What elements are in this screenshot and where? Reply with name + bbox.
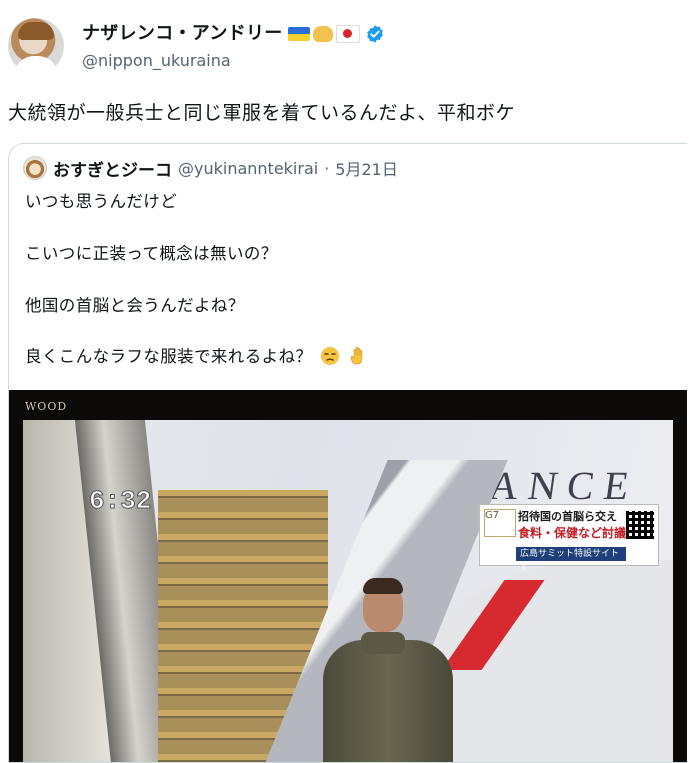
quoted-author-name[interactable]: おすぎとジーコ: [53, 156, 172, 181]
quoted-author-handle[interactable]: @yukinanntekirai: [178, 159, 318, 178]
avatar-body: [14, 56, 58, 74]
tv-brand-logo: WOOD: [25, 400, 68, 413]
tweet-text: 大統領が一般兵士と同じ軍服を着ているんだよ、平和ボケ: [8, 102, 516, 124]
author-avatar[interactable]: [8, 18, 64, 74]
news-topic: 食料・保健など討議: [518, 526, 627, 540]
news-header: 招待国の首脳ら交え: [518, 510, 617, 523]
raised-hand-icon: [350, 346, 362, 365]
tv-screen: RANCE 6:32 G7 招待国の首脳ら交え 食料・保健など討議 広島サミット…: [23, 420, 673, 762]
ukraine-flag-icon: [287, 27, 310, 41]
person-descending: [323, 570, 473, 762]
quoted-line-4-text: 良くこんなラフな服装で来れるよね？: [25, 347, 313, 366]
person-jacket: [323, 640, 453, 762]
quoted-tweet-date[interactable]: 5月21日: [335, 156, 398, 180]
author-name-row[interactable]: ナザレンコ・アンドリー: [82, 21, 385, 47]
quoted-tweet[interactable]: おすぎとジーコ @yukinanntekirai · 5月21日 いつも思うんだ…: [8, 143, 687, 763]
verified-badge-icon: [366, 25, 383, 43]
qr-code-icon: [626, 511, 654, 539]
author-display-name[interactable]: ナザレンコ・アンドリー: [82, 21, 283, 47]
unamused-face-icon: [320, 347, 339, 365]
news-site-bar: 広島サミット特設サイト↑: [516, 547, 626, 573]
news-caption-box: G7 招待国の首脳ら交え 食料・保健など討議 広島サミット特設サイト↑: [479, 504, 659, 573]
quoted-line-4: 良くこんなラフな服装で来れるよね？: [25, 345, 368, 371]
japan-flag-icon: [335, 25, 360, 43]
quoted-line-1: いつも思うんだけど: [25, 192, 178, 211]
summit-logo: G7: [484, 509, 516, 537]
author-handle[interactable]: @nippon_ukuraina: [82, 50, 231, 72]
person-hair: [363, 578, 403, 594]
quoted-line-3: 他国の首脳と会うんだよね？: [25, 296, 245, 315]
quoted-line-2: こいつに正装って概念は無いの？: [25, 244, 278, 263]
avatar-hair: [18, 22, 54, 40]
quoted-tweet-header: おすぎとジーコ @yukinanntekirai · 5月21日: [23, 156, 398, 181]
tweet-header: ナザレンコ・アンドリー @nippon_ukuraina: [0, 0, 689, 90]
person-collar: [361, 632, 405, 654]
quoted-media-photo[interactable]: WOOD RANCE 6:32 G7 招待国の首脳ら交え 食料・保健など討議 広…: [9, 390, 687, 762]
separator-dot: ·: [324, 158, 330, 178]
handshake-icon: [312, 26, 333, 42]
tv-clock: 6:32: [88, 486, 152, 517]
quoted-author-avatar[interactable]: [23, 156, 47, 180]
